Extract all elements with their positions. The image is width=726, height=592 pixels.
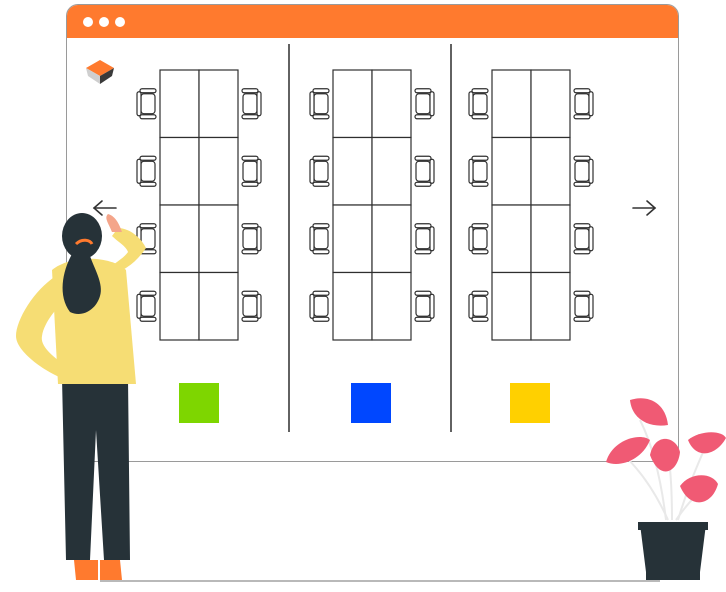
chair-icon[interactable] — [573, 290, 594, 322]
chair-icon[interactable] — [309, 290, 330, 322]
desk[interactable] — [491, 271, 532, 341]
arrow-left-icon[interactable] — [92, 200, 117, 216]
desk[interactable] — [530, 136, 571, 206]
desk[interactable] — [491, 69, 532, 139]
desk[interactable] — [198, 69, 239, 139]
desk-block — [491, 69, 571, 341]
chair-icon[interactable] — [414, 88, 435, 120]
chair-icon[interactable] — [309, 88, 330, 120]
floor-line — [100, 580, 660, 582]
chair-icon[interactable] — [241, 290, 262, 322]
chair-icon[interactable] — [136, 88, 157, 120]
desk[interactable] — [530, 69, 571, 139]
cube-logo-icon — [86, 60, 114, 84]
chair-icon[interactable] — [573, 155, 594, 187]
potted-plant-illustration — [606, 398, 726, 580]
desk[interactable] — [530, 271, 571, 341]
desk[interactable] — [371, 69, 412, 139]
desk-block — [159, 69, 239, 341]
desk[interactable] — [332, 69, 373, 139]
desk[interactable] — [332, 204, 373, 274]
zone-swatch-green[interactable] — [179, 383, 219, 423]
desk[interactable] — [491, 136, 532, 206]
desk[interactable] — [198, 136, 239, 206]
chair-icon[interactable] — [414, 155, 435, 187]
desk[interactable] — [491, 204, 532, 274]
chair-icon[interactable] — [414, 223, 435, 255]
chair-icon[interactable] — [136, 290, 157, 322]
chair-icon[interactable] — [241, 223, 262, 255]
desk[interactable] — [159, 69, 200, 139]
desk[interactable] — [332, 136, 373, 206]
desk-block — [332, 69, 412, 341]
desk[interactable] — [159, 271, 200, 341]
desk[interactable] — [371, 204, 412, 274]
chair-icon[interactable] — [309, 155, 330, 187]
desk[interactable] — [332, 271, 373, 341]
chair-icon[interactable] — [573, 223, 594, 255]
desk[interactable] — [530, 204, 571, 274]
arrow-right-icon[interactable] — [632, 200, 657, 216]
floor-plan-canvas — [16, 44, 726, 580]
chair-icon[interactable] — [309, 223, 330, 255]
desk[interactable] — [198, 271, 239, 341]
desk[interactable] — [159, 136, 200, 206]
desk[interactable] — [371, 136, 412, 206]
desk[interactable] — [198, 204, 239, 274]
chair-icon[interactable] — [414, 290, 435, 322]
chair-icon[interactable] — [468, 155, 489, 187]
chair-icon[interactable] — [241, 88, 262, 120]
desk[interactable] — [159, 204, 200, 274]
chair-icon[interactable] — [468, 88, 489, 120]
chair-icon[interactable] — [468, 290, 489, 322]
chair-icon[interactable] — [468, 223, 489, 255]
chair-icon[interactable] — [241, 155, 262, 187]
zone-swatch-yellow[interactable] — [510, 383, 550, 423]
zone-swatch-blue[interactable] — [351, 383, 391, 423]
person-illustration — [16, 213, 146, 580]
desk[interactable] — [371, 271, 412, 341]
chair-icon[interactable] — [136, 155, 157, 187]
chair-icon[interactable] — [573, 88, 594, 120]
